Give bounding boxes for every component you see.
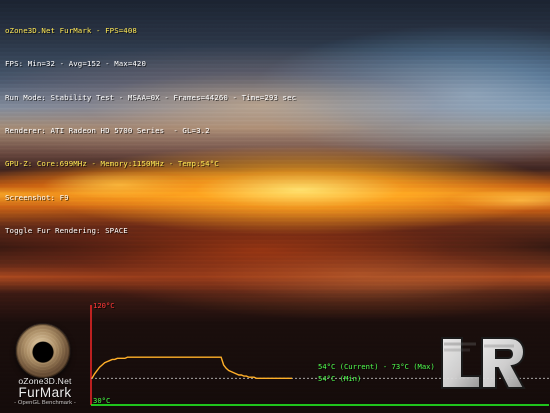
hud-renderer-line: Renderer: ATI Radeon HD 5700 Series - GL… [5,126,210,136]
hud-run-mode-line: Run Mode: Stability Test - MSAA=0X - Fra… [5,92,297,102]
graph-min-label: 54°C (Min) [318,374,362,383]
furmark-logo: oZone3D.Net FurMark - OpenGL Benchmark - [4,318,86,410]
graph-min-axis-label: 30°C [93,396,111,405]
graph-max-axis-label: 120°C [93,301,115,310]
hud-screenshot-line: Screenshot: F9 [5,192,69,202]
hud-fps-line: FPS: Min=32 - Avg=152 - Max=420 [5,59,147,69]
logo-brand-main: FurMark [18,385,72,400]
temperature-curve [91,356,292,380]
graph-current-max-label: 54°C (Current) - 73°C (Max) [318,362,435,371]
hud-toggle-line: Toggle Fur Rendering: SPACE [5,225,128,235]
furmark-window: oZone3D.Net FurMark - FPS=408 FPS: Min=3… [0,0,550,413]
logo-brand-sub: - OpenGL Benchmark - [14,400,76,406]
fur-donut-icon [14,322,72,380]
lr-watermark [436,332,526,394]
hud-overlay: oZone3D.Net FurMark - FPS=408 FPS: Min=3… [5,3,296,258]
lr-watermark-icon [441,337,526,389]
hud-gpuz-line: GPU-Z: Core:699MHz - Memory:1150MHz - Te… [5,159,219,169]
hud-title-line: oZone3D.Net FurMark - FPS=408 [5,26,137,36]
